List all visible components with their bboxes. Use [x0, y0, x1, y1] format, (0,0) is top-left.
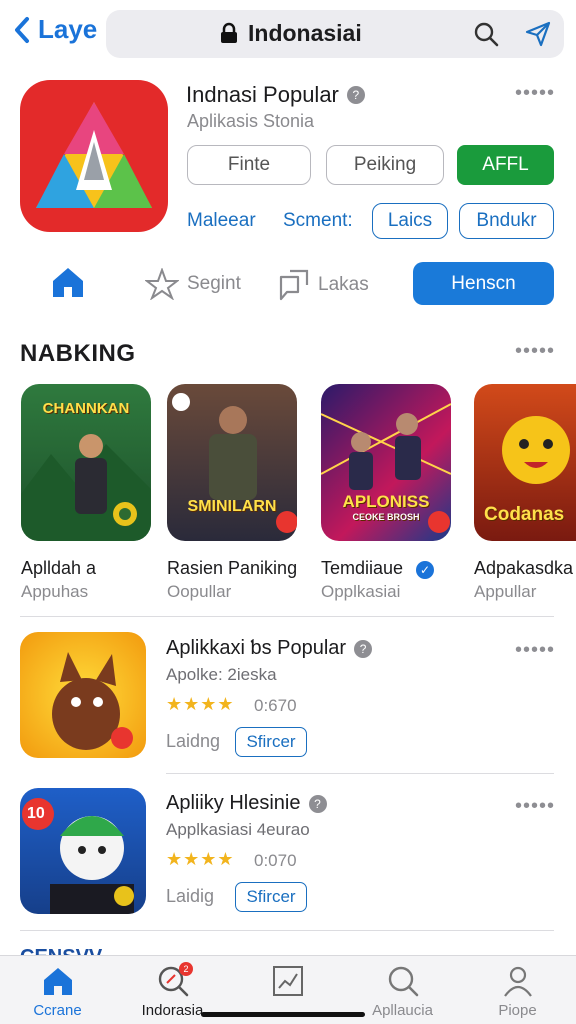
- chart-icon: [272, 966, 303, 996]
- app-name-text: Indnasi Popular: [186, 82, 339, 107]
- verified-icon: ✓: [416, 561, 435, 579]
- game-category: Opplkasiai: [321, 582, 401, 601]
- top-bar: Laye Indonasiai: [0, 0, 576, 66]
- rating-stars: ★★★★: [166, 694, 235, 714]
- send-icon[interactable]: [524, 20, 552, 48]
- list-item-more-icon[interactable]: •••••: [515, 795, 555, 818]
- finte-button[interactable]: Finte: [187, 145, 311, 185]
- person-icon: [503, 966, 532, 997]
- home-icon: [43, 968, 72, 995]
- home-indicator: [201, 1012, 365, 1017]
- peiking-button[interactable]: Peiking: [326, 145, 444, 185]
- section-more-icon[interactable]: •••••: [515, 340, 555, 363]
- game-category: Appuhas: [21, 582, 89, 601]
- list-item-thumbnail[interactable]: [20, 632, 146, 758]
- game-name-row: Temdiiaue ✓: [321, 558, 435, 579]
- game-name: Temdiiaue: [321, 558, 404, 578]
- rating-count: 0:670: [254, 696, 297, 715]
- verified-icon: ?: [354, 639, 373, 658]
- nav-lakas[interactable]: Lakas: [278, 268, 369, 302]
- list-item-title-row: Aplikkaxi ƅs Popular ?: [166, 637, 373, 660]
- list-item-meta: Laidig: [166, 886, 215, 906]
- chat-icon: [279, 269, 309, 301]
- more-icon[interactable]: •••••: [515, 82, 555, 105]
- game-art-title: SMINILARN: [187, 498, 277, 515]
- rating-stars: ★★★★: [166, 849, 235, 869]
- game-thumbnail: APLONISS CEOKE BROSH: [321, 384, 451, 541]
- affl-button[interactable]: AFFL: [457, 145, 554, 185]
- scment-link[interactable]: Scment:: [283, 210, 353, 232]
- game-card[interactable]: Codanas Adpakasdka Appullar: [474, 384, 576, 601]
- laics-chip[interactable]: Laics: [372, 203, 448, 239]
- list-item-title: Apliiky Hlesinie: [166, 792, 301, 814]
- list-item-thumbnail[interactable]: 10: [20, 788, 146, 914]
- home-icon[interactable]: [50, 264, 86, 300]
- search-icon: [388, 966, 418, 997]
- game-category: Oopullar: [167, 582, 232, 601]
- verified-icon: ?: [346, 86, 365, 104]
- search-icon[interactable]: [472, 20, 500, 48]
- tab-label: Ccrane: [33, 1002, 82, 1019]
- nav-segint[interactable]: Segint: [145, 268, 241, 300]
- rating-count: 0:070: [254, 851, 297, 870]
- notification-badge: 2: [179, 962, 193, 976]
- maleear-link[interactable]: Maleear: [187, 210, 256, 232]
- nav-segint-label: Segint: [187, 273, 241, 294]
- back-button[interactable]: Laye: [12, 14, 97, 45]
- list-item-title-row: Apliiky Hlesinie ?: [166, 792, 327, 815]
- game-card[interactable]: CHANNKAN Aplldah a Appuhas: [21, 384, 151, 601]
- search-title: Indonasiai: [248, 20, 362, 46]
- sfircer-button[interactable]: Sfircer: [235, 882, 307, 912]
- game-art-title: Codanas: [484, 504, 565, 525]
- bndukr-chip[interactable]: Bndukr: [459, 203, 554, 239]
- badge-number: 10: [27, 805, 45, 822]
- game-card[interactable]: SMINILARN Rasien Paniking Oopullar: [167, 384, 297, 601]
- game-category: Appullar: [474, 582, 537, 601]
- divider: [20, 616, 554, 617]
- chevron-left-icon: [15, 16, 29, 43]
- section-title: NABKING: [20, 340, 136, 367]
- game-art-title: APLONISS: [342, 492, 430, 511]
- tab-label: Piope: [498, 1002, 537, 1019]
- henscn-button[interactable]: Henscn: [413, 262, 554, 305]
- app-name: Indnasi Popular ?: [186, 82, 365, 108]
- game-name: Aplldah a: [21, 558, 97, 578]
- list-item-title: Aplikkaxi ƅs Popular: [166, 637, 347, 659]
- app-icon: [20, 80, 168, 232]
- divider: [166, 773, 554, 774]
- tab-piope[interactable]: Piope: [460, 956, 575, 1024]
- lock-icon: [221, 22, 237, 43]
- list-item-more-icon[interactable]: •••••: [515, 639, 555, 662]
- back-label: Laye: [38, 14, 98, 44]
- search-bar[interactable]: Indonasiai: [106, 10, 564, 58]
- sfircer-button[interactable]: Sfircer: [235, 727, 307, 757]
- game-name: Adpakasdka: [474, 558, 574, 578]
- game-thumbnail: Codanas: [474, 384, 576, 541]
- list-item-subtitle: Apolke: 2ieska: [166, 665, 277, 684]
- list-item-subtitle: Applkasiasi 4eurao: [166, 820, 310, 839]
- list-item-meta: Laidng: [166, 731, 221, 751]
- app-subtitle: Aplikasis Stonia: [187, 111, 315, 131]
- game-name: Rasien Paniking: [167, 558, 298, 578]
- tab-home[interactable]: Ccrane: [0, 956, 115, 1024]
- verified-icon: ?: [308, 794, 327, 813]
- game-art-subtitle: CEOKE BROSH: [352, 512, 420, 522]
- game-card[interactable]: APLONISS CEOKE BROSH Temdiiaue ✓ Opplkas…: [321, 384, 451, 601]
- compass-icon: [145, 268, 179, 300]
- game-thumbnail: CHANNKAN: [21, 384, 151, 541]
- nav-lakas-label: Lakas: [318, 274, 369, 295]
- divider: [20, 930, 554, 931]
- game-thumbnail: SMINILARN: [167, 384, 297, 541]
